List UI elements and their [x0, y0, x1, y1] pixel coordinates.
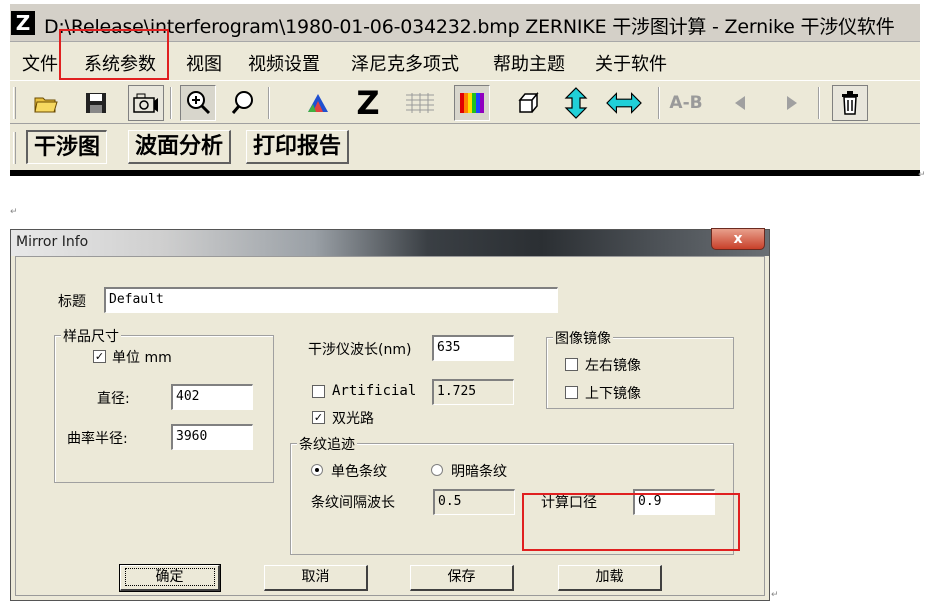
fringe-tracing-group-title: 条纹追迹	[297, 434, 357, 454]
return-mark: ↵	[10, 207, 18, 217]
menu-help-topics[interactable]: 帮助主题	[493, 50, 565, 76]
toolbar: Z A-B	[10, 80, 920, 124]
image-mirror-group-title: 图像镜像	[553, 328, 613, 348]
left-right-mirror-label: 左右镜像	[585, 358, 641, 374]
camera-icon[interactable]	[128, 85, 164, 121]
toolbar-separator	[818, 87, 820, 119]
return-mark: ↵	[771, 590, 779, 600]
vertical-arrows-icon[interactable]	[558, 85, 594, 121]
menu-video-settings[interactable]: 视频设置	[248, 50, 320, 76]
open-folder-icon[interactable]	[28, 85, 64, 121]
menu-file[interactable]: 文件	[22, 50, 58, 76]
zernike-z-label: Z	[356, 84, 380, 122]
save-button[interactable]: 保存	[410, 565, 514, 591]
unit-mm-checkbox[interactable]: ✓	[93, 350, 106, 363]
double-pass-label: 双光路	[332, 411, 374, 427]
zoom-out-icon[interactable]	[226, 85, 262, 121]
load-button[interactable]: 加载	[558, 565, 662, 591]
toolbar-separator	[170, 87, 172, 119]
title-field[interactable]: Default	[104, 287, 558, 313]
wavelength-label: 干涉仪波长(nm)	[308, 342, 412, 358]
dialog-title: Mirror Info	[16, 234, 89, 250]
previous-arrow-icon[interactable]	[722, 85, 758, 121]
bright-dark-fringe-label: 明暗条纹	[451, 464, 507, 480]
tabbar-grip[interactable]	[13, 132, 16, 164]
rainbow-spectrum-icon[interactable]	[454, 85, 490, 121]
cube-3d-icon[interactable]	[510, 85, 546, 121]
up-down-mirror-label: 上下镜像	[585, 386, 641, 402]
menu-highlight-box	[59, 29, 169, 80]
dialog-title-bar[interactable]: Mirror Info x	[11, 228, 769, 256]
fringe-spacing-field[interactable]: 0.5	[433, 489, 515, 515]
unit-mm-label: 单位 mm	[112, 350, 172, 366]
window-title: D:\Release\interferogram\1980-01-06-0342…	[44, 16, 895, 38]
toolbar-separator	[268, 87, 270, 119]
next-arrow-icon[interactable]	[774, 85, 810, 121]
wavelength-field[interactable]: 635	[432, 335, 514, 361]
toolbar-separator	[658, 87, 660, 119]
zernike-z-icon[interactable]: Z	[350, 85, 386, 121]
mono-fringe-label: 单色条纹	[331, 464, 387, 480]
menu-zernike-polynomial[interactable]: 泽尼克多项式	[351, 50, 459, 76]
ok-button-label: 确定	[124, 568, 215, 586]
close-button[interactable]: x	[711, 228, 765, 250]
calc-aperture-highlight-box	[522, 493, 740, 551]
return-mark: ↵	[918, 170, 926, 180]
dialog-body: 标题 Default 样品尺寸 ✓ 单位 mm 直径: 402 曲率半径: 39…	[15, 256, 765, 596]
mono-fringe-radio[interactable]	[311, 464, 323, 476]
horizontal-arrows-icon[interactable]	[606, 85, 642, 121]
artificial-field[interactable]: 1.725	[432, 379, 514, 405]
menu-about[interactable]: 关于软件	[595, 50, 667, 76]
zoom-in-icon[interactable]	[180, 85, 216, 121]
app-logo-icon: Z	[11, 11, 35, 35]
curvature-radius-label: 曲率半径:	[67, 431, 128, 447]
save-disk-icon[interactable]	[78, 85, 114, 121]
tab-interferogram[interactable]: 干涉图	[26, 130, 108, 164]
close-icon: x	[733, 231, 743, 247]
sample-size-group-title: 样品尺寸	[61, 326, 121, 346]
tab-wavefront-analysis[interactable]: 波面分析	[128, 130, 232, 164]
cancel-button[interactable]: 取消	[264, 565, 368, 591]
diameter-label: 直径:	[97, 391, 130, 407]
view-tab-bar: 干涉图 波面分析 打印报告	[10, 126, 920, 168]
menu-view[interactable]: 视图	[186, 50, 222, 76]
a-b-label: A-B	[669, 93, 703, 113]
grid-icon[interactable]	[402, 85, 438, 121]
trash-icon[interactable]	[832, 85, 868, 121]
left-right-mirror-checkbox[interactable]	[565, 358, 578, 371]
bright-dark-fringe-radio[interactable]	[431, 464, 443, 476]
image-mirror-group: 图像镜像 左右镜像 上下镜像	[546, 328, 734, 409]
up-down-mirror-checkbox[interactable]	[565, 386, 578, 399]
a-b-icon[interactable]: A-B	[668, 85, 704, 121]
diameter-field[interactable]: 402	[171, 384, 253, 410]
title-label: 标题	[58, 294, 86, 310]
curvature-radius-field[interactable]: 3960	[171, 424, 253, 450]
artificial-label: Artificial	[332, 383, 417, 399]
tab-print-report[interactable]: 打印报告	[246, 130, 350, 164]
mirror-info-dialog: Mirror Info x 标题 Default 样品尺寸 ✓ 单位 mm 直径…	[10, 228, 770, 601]
ok-button[interactable]: 确定	[119, 564, 221, 592]
window-bottom-border	[10, 170, 920, 176]
sample-size-group: 样品尺寸 ✓ 单位 mm 直径: 402 曲率半径: 3960	[54, 326, 274, 483]
fringe-spacing-label: 条纹间隔波长	[311, 495, 395, 511]
double-pass-checkbox[interactable]: ✓	[312, 411, 325, 424]
color-palette-icon[interactable]	[300, 85, 336, 121]
toolbar-grip[interactable]	[13, 87, 16, 119]
artificial-checkbox[interactable]	[312, 385, 325, 398]
